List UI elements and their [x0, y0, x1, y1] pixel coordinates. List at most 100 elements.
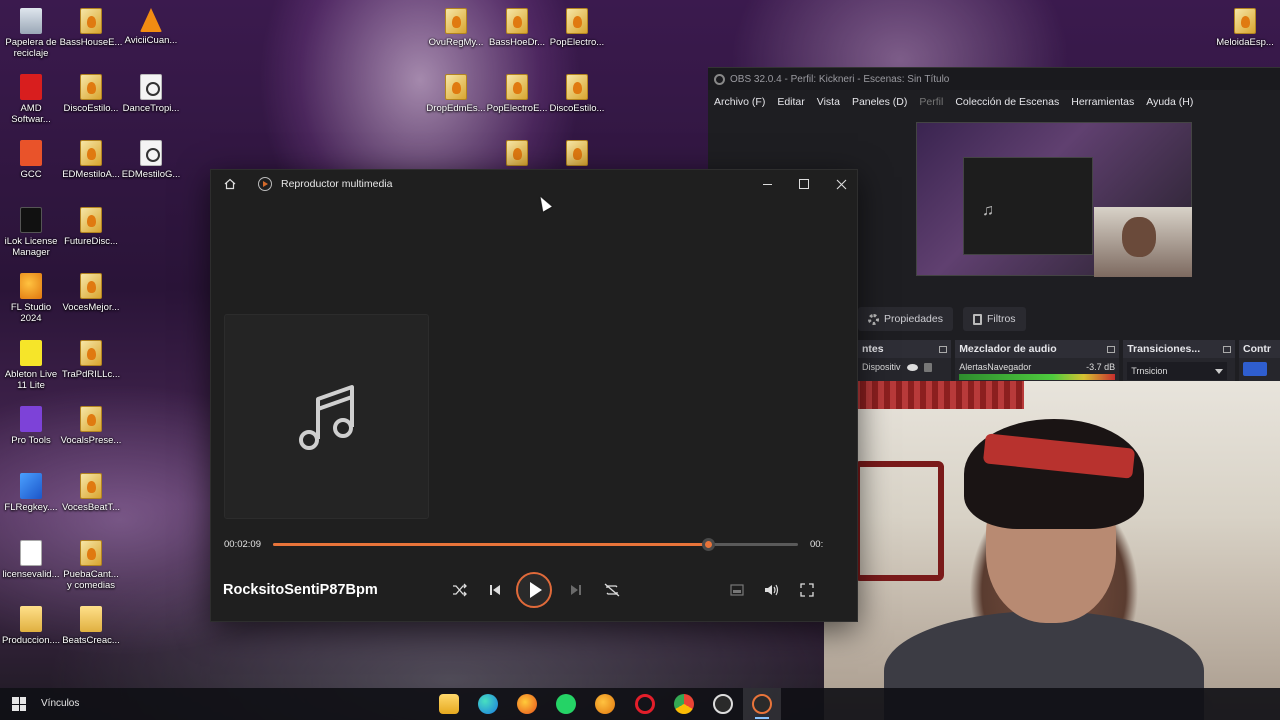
flp-file-icon [445, 8, 467, 34]
obs-preview[interactable]: ♫ [916, 122, 1192, 277]
repeat-button[interactable] [602, 580, 622, 600]
undock-icon[interactable] [1107, 345, 1116, 353]
previous-button[interactable] [485, 580, 505, 600]
menu-perfil[interactable]: Perfil [919, 96, 943, 108]
controls-body [1239, 358, 1280, 380]
close-button[interactable] [823, 170, 859, 198]
menu-editar[interactable]: Editar [777, 96, 804, 108]
volume-button[interactable] [762, 580, 782, 600]
desktop-icon-file[interactable]: DropEdmEs... [425, 74, 487, 114]
gear-icon [868, 313, 879, 325]
links-toolbar[interactable]: Vínculos [41, 698, 79, 709]
desktop-icon-file[interactable]: TraPdRILLc... [60, 340, 122, 380]
fl-studio-icon[interactable] [595, 694, 615, 714]
more-options-button[interactable] [797, 580, 817, 600]
desktop-icon-file[interactable]: FutureDisc... [60, 207, 122, 247]
media-player-app-icon [258, 177, 272, 191]
opera-icon[interactable] [635, 694, 655, 714]
flp-file-icon [80, 340, 102, 366]
home-icon[interactable] [224, 178, 236, 190]
desktop-icon-amd[interactable]: AMD Softwar... [0, 74, 62, 125]
desktop-icon-fl-studio[interactable]: FL Studio 2024 [0, 273, 62, 324]
edge-icon[interactable] [478, 694, 498, 714]
menu-coleccion-escenas[interactable]: Colección de Escenas [955, 96, 1059, 108]
desktop-icon-gcc[interactable]: GCC [0, 140, 62, 180]
desktop-icon-file[interactable]: VocesBeatT... [60, 473, 122, 513]
maximize-button[interactable] [786, 170, 822, 198]
chrome-icon[interactable] [674, 694, 694, 714]
menu-herramientas[interactable]: Herramientas [1071, 96, 1134, 108]
desktop-icon-file[interactable]: VocesMejor... [60, 273, 122, 313]
firefox-icon[interactable] [517, 694, 537, 714]
minimize-button[interactable] [749, 170, 785, 198]
desktop-icon-text-file[interactable]: licensevalid... [0, 540, 62, 580]
menu-vista[interactable]: Vista [817, 96, 840, 108]
desktop-icon-ableton[interactable]: Ableton Live 11 Lite [0, 340, 62, 391]
taskbar: Vínculos [0, 688, 1280, 720]
desktop-icon-file[interactable]: PopElectro... [546, 8, 608, 48]
desktop-icon-file[interactable]: EDMestiloA... [60, 140, 122, 180]
desktop-icon-folder[interactable]: BeatsCreac... [60, 606, 122, 646]
album-art-placeholder [224, 314, 429, 519]
desktop-icon-file[interactable]: BassHouseE... [60, 8, 122, 48]
desktop-icon-file[interactable]: DiscoEstilo... [546, 74, 608, 114]
folder-icon [80, 606, 102, 632]
flp-file-icon [566, 8, 588, 34]
controls-primary-button[interactable] [1243, 362, 1267, 376]
miniplayer-button[interactable] [727, 580, 747, 600]
flp-file-icon [80, 406, 102, 432]
undock-icon[interactable] [939, 345, 948, 353]
desktop-icon-file[interactable] [546, 140, 608, 169]
flp-file-icon [80, 540, 102, 566]
desktop-icon-recycle-bin[interactable]: Papelera de reciclaje [0, 8, 62, 59]
whatsapp-icon[interactable] [556, 694, 576, 714]
desktop-icon-file[interactable]: EDMestiloG... [120, 140, 182, 180]
play-button[interactable] [516, 572, 552, 608]
menu-paneles[interactable]: Paneles (D) [852, 96, 907, 108]
fl-studio-icon [20, 273, 42, 299]
audio-mixer-title: Mezclador de audio [959, 343, 1057, 355]
fullscreen-icon [800, 583, 814, 597]
desktop-icon-pro-tools[interactable]: Pro Tools [0, 406, 62, 446]
shuffle-button[interactable] [450, 580, 470, 600]
transitions-header: Transiciones... [1123, 340, 1235, 358]
desktop-icon-file[interactable]: PopElectroE... [486, 74, 548, 114]
seek-bar-thumb[interactable] [702, 538, 716, 551]
desktop-icon-file[interactable]: DanceTropi... [120, 74, 182, 114]
menu-archivo[interactable]: Archivo (F) [714, 96, 765, 108]
desktop-icon-file[interactable]: VocalsPrese... [60, 406, 122, 446]
pro-tools-icon [20, 406, 42, 432]
desktop-icon-ilok[interactable]: iLok License Manager [0, 207, 62, 258]
desktop-icon-regkey[interactable]: FLRegkey.... [0, 473, 62, 513]
source-item-label: Dispositiv [862, 362, 901, 372]
desktop-icon-file[interactable] [486, 140, 548, 169]
desktop-icon-file[interactable]: PuebaCant... y comedias [60, 540, 122, 591]
eye-icon[interactable] [906, 363, 918, 371]
seek-bar[interactable] [273, 538, 798, 551]
transition-select[interactable]: Trnsicion [1127, 362, 1228, 380]
filters-button[interactable]: Filtros [962, 307, 1026, 331]
next-button[interactable] [566, 580, 586, 600]
properties-button[interactable]: Propiedades [858, 307, 953, 331]
menu-ayuda[interactable]: Ayuda (H) [1146, 96, 1193, 108]
desktop-icon-file[interactable]: DiscoEstilo... [60, 74, 122, 114]
desktop-icon-file[interactable]: MeloidaEsp... [1214, 8, 1276, 48]
source-item[interactable]: Dispositiv [858, 358, 951, 376]
desktop-icon-folder[interactable]: Produccion.... [0, 606, 62, 646]
file-explorer-icon[interactable] [439, 694, 459, 714]
flp-file-icon [80, 140, 102, 166]
vlc-icon [140, 8, 162, 32]
start-button[interactable] [12, 697, 26, 711]
player-app-title: Reproductor multimedia [281, 178, 393, 190]
media-player-icon[interactable] [752, 694, 772, 714]
obs-titlebar: OBS 32.0.4 - Perfil: Kickneri - Escenas:… [708, 68, 1280, 90]
flp-file-icon [566, 140, 588, 166]
flp-file-icon [80, 207, 102, 233]
desktop-icon-file[interactable]: OvuRegMy... [425, 8, 487, 48]
obs-icon[interactable] [713, 694, 733, 714]
lock-icon[interactable] [923, 362, 932, 372]
windows-logo-icon [12, 697, 19, 704]
desktop-icon-file[interactable]: AviciiCuan... [120, 8, 182, 46]
desktop-icon-file[interactable]: BassHoeDr... [486, 8, 548, 48]
undock-icon[interactable] [1223, 345, 1231, 353]
